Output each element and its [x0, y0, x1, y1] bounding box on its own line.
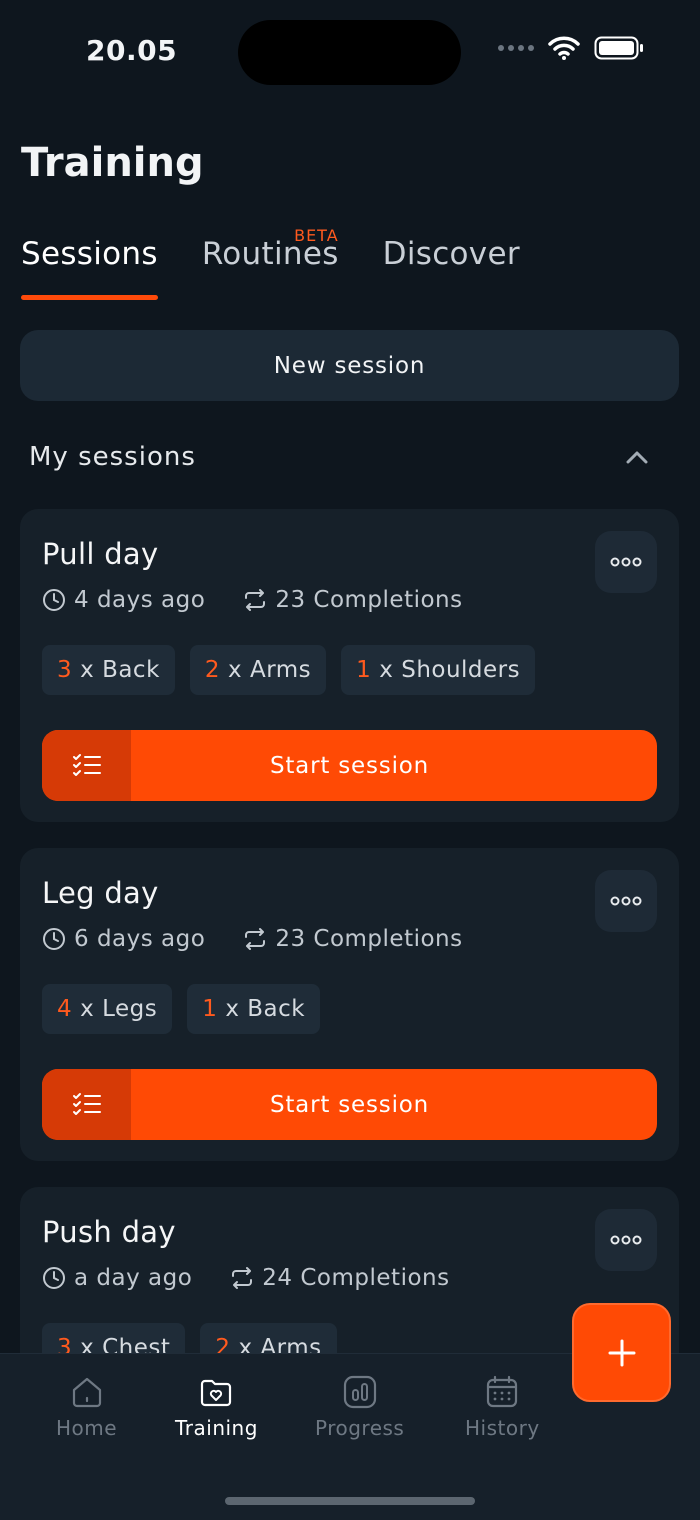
- tab-bar: Sessions Routines BETA Discover: [21, 226, 520, 300]
- training-icon: [201, 1379, 232, 1407]
- chip-count: 4: [57, 996, 73, 1022]
- status-icons: [498, 36, 644, 60]
- status-time: 20.05: [86, 34, 178, 67]
- tab-routines[interactable]: Routines BETA: [202, 226, 339, 272]
- nav-history[interactable]: History: [465, 1374, 540, 1440]
- home-icon: [72, 1377, 101, 1408]
- more-icon: [610, 1235, 642, 1245]
- chip-label: x Back: [80, 657, 160, 683]
- chip-count: 1: [202, 996, 218, 1022]
- completions: 23 Completions: [275, 926, 463, 952]
- training-screen: 20.05 Training Sessions Routines BETA Di…: [0, 0, 700, 1520]
- session-card-pull-day: Pull day 4 days ago 23 Completions 3 x Ba…: [20, 509, 679, 822]
- last-done: 4 days ago: [74, 587, 206, 613]
- plus-icon: [608, 1339, 635, 1366]
- chip-count: 2: [204, 657, 221, 683]
- progress-icon: [343, 1375, 376, 1409]
- chip-back: 3 x Back: [42, 645, 175, 695]
- add-button[interactable]: [572, 1303, 671, 1402]
- tab-label: Discover: [382, 236, 520, 272]
- session-title: Pull day: [42, 537, 159, 571]
- nav-home[interactable]: Home: [56, 1374, 117, 1440]
- battery-icon: [594, 36, 643, 60]
- session-title: Push day: [42, 1215, 176, 1249]
- chip-shoulders: 1 x Shoulders: [341, 645, 536, 695]
- home-indicator: [225, 1497, 475, 1505]
- checklist-button[interactable]: [42, 730, 131, 801]
- repeat-icon: [245, 589, 266, 611]
- nav-label: History: [465, 1416, 540, 1440]
- chip-arms: 2 x Arms: [189, 645, 327, 695]
- section-title: My sessions: [29, 442, 196, 472]
- chip-label: x Shoulders: [379, 657, 521, 683]
- session-title: Leg day: [42, 876, 159, 910]
- more-button[interactable]: [595, 531, 657, 593]
- more-button[interactable]: [595, 870, 657, 932]
- chevron-up-icon[interactable]: [625, 449, 649, 465]
- session-meta: 6 days ago 23 Completions: [42, 926, 463, 952]
- chip-back: 1 x Back: [187, 984, 321, 1034]
- chip-label: x Legs: [80, 996, 158, 1022]
- completions: 24 Completions: [262, 1265, 450, 1291]
- last-done: 6 days ago: [74, 926, 206, 952]
- calendar-icon: [487, 1375, 518, 1408]
- start-session-label: Start session: [269, 752, 430, 779]
- clock-icon: [43, 1267, 65, 1289]
- more-icon: [610, 896, 642, 906]
- new-session-button[interactable]: New session: [20, 330, 679, 401]
- nav-label: Home: [56, 1416, 118, 1440]
- nav-label: Progress: [315, 1416, 405, 1440]
- checklist-icon: [72, 1092, 101, 1115]
- my-sessions-header[interactable]: My sessions: [29, 442, 649, 472]
- beta-badge: BETA: [294, 226, 339, 245]
- signal-icon: [498, 45, 534, 51]
- repeat-icon: [245, 928, 266, 950]
- dynamic-island: [238, 20, 461, 85]
- start-session-button[interactable]: Start session: [42, 1069, 657, 1140]
- tab-label: Sessions: [21, 236, 158, 272]
- page-title: Training: [21, 140, 204, 186]
- completions: 23 Completions: [275, 587, 463, 613]
- repeat-icon: [232, 1267, 253, 1289]
- session-card-leg-day: Leg day 6 days ago 23 Completions 4 x Leg…: [20, 848, 679, 1161]
- chip-count: 3: [57, 657, 73, 683]
- more-button[interactable]: [595, 1209, 657, 1271]
- clock-icon: [43, 928, 65, 950]
- tab-sessions[interactable]: Sessions: [21, 236, 158, 300]
- session-meta: 4 days ago 23 Completions: [42, 587, 463, 613]
- nav-training[interactable]: Training: [175, 1374, 258, 1440]
- start-session-button[interactable]: Start session: [42, 730, 657, 801]
- chip-label: x Back: [225, 996, 306, 1022]
- chip-label: x Arms: [228, 657, 312, 683]
- last-done: a day ago: [74, 1265, 193, 1291]
- clock-icon: [43, 589, 65, 611]
- session-meta: a day ago 24 Completions: [42, 1265, 450, 1291]
- nav-progress[interactable]: Progress: [315, 1374, 404, 1440]
- muscle-chips: 3 x Back 2 x Arms 1 x Shoulders: [42, 645, 536, 695]
- chip-count: 1: [356, 657, 372, 683]
- checklist-button[interactable]: [42, 1069, 131, 1140]
- muscle-chips: 4 x Legs 1 x Back: [42, 984, 321, 1034]
- nav-label: Training: [175, 1416, 258, 1440]
- more-icon: [610, 557, 642, 567]
- tab-discover[interactable]: Discover: [383, 236, 520, 272]
- wifi-icon: [548, 36, 580, 60]
- checklist-icon: [72, 753, 101, 776]
- chip-legs: 4 x Legs: [42, 984, 173, 1034]
- start-session-label: Start session: [269, 1091, 430, 1118]
